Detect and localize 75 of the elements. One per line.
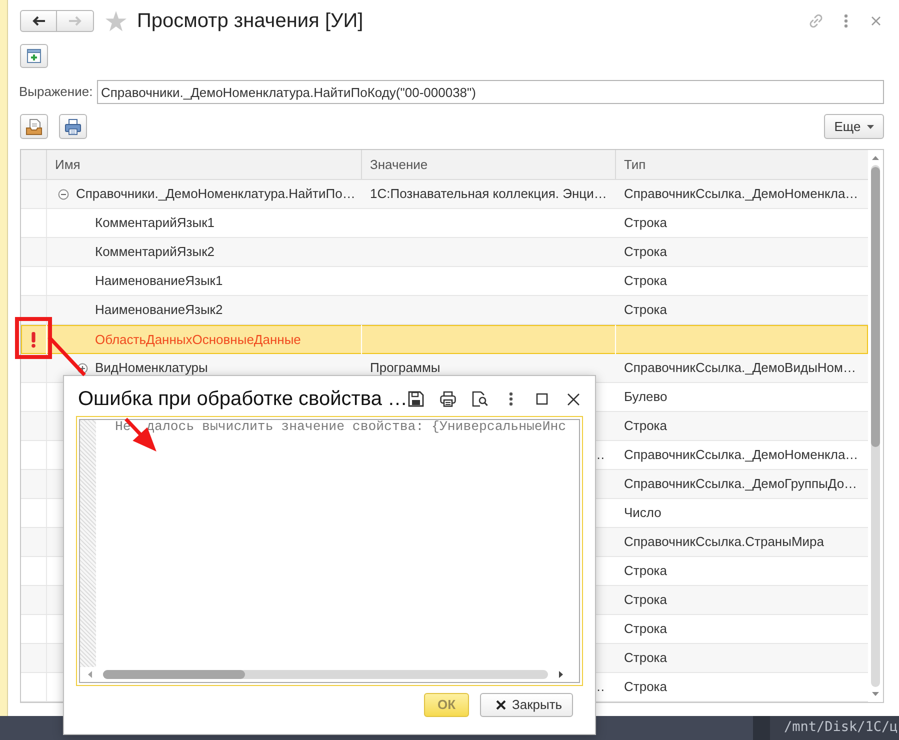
property-name: НаименованиеЯзык1 [95, 274, 223, 288]
property-name: ВидНоменклатуры [95, 361, 208, 375]
property-type: Строка [624, 274, 668, 288]
printer-icon[interactable] [440, 391, 456, 407]
property-type: Строка [624, 419, 668, 433]
taskbar-separator [753, 716, 770, 740]
expression-label: Выражение: [19, 83, 93, 102]
collapse-icon[interactable] [58, 188, 69, 200]
printer-icon [64, 118, 82, 136]
toolbar-button[interactable] [59, 114, 87, 139]
property-name: КомментарийЯзык2 [95, 245, 214, 259]
property-type: СправочникСсылка._ДемоНоменкла… [624, 448, 858, 462]
scrollbar-track[interactable] [871, 165, 880, 687]
property-type: Булево [624, 390, 668, 404]
scroll-down-icon[interactable] [872, 692, 879, 696]
property-type: Строка [624, 564, 668, 578]
scrollbar-thumb[interactable] [103, 670, 245, 678]
more-icon[interactable] [508, 392, 512, 406]
scrollbar-track[interactable] [103, 670, 548, 678]
message-field[interactable]: Не далось вычислить значение свойства: {УниверсальныеИнс [79, 419, 580, 683]
document-tray-icon [25, 118, 43, 136]
column-header[interactable]: Значение [362, 150, 616, 179]
close-icon[interactable] [566, 392, 580, 406]
property-type: Строка [624, 303, 668, 317]
scroll-right-icon[interactable] [559, 670, 563, 678]
highlight-frame [15, 317, 52, 359]
property-type: Строка [624, 593, 668, 607]
message-text: Не [115, 420, 131, 434]
add-button[interactable] [20, 44, 48, 68]
property-name: НаименованиеЯзык2 [95, 303, 223, 317]
scroll-left-icon[interactable] [88, 670, 92, 678]
close-icon [496, 700, 506, 710]
window-plus-icon [26, 48, 42, 64]
property-type: Строка [624, 651, 668, 665]
property-type: Строка [624, 245, 668, 259]
table-row[interactable]: КомментарийЯзык2 Строка [21, 238, 868, 267]
property-type: СправочникСсылка.СтраныМира [624, 535, 824, 549]
property-type: СправочникСсылка._ДемоВидыНом… [624, 361, 856, 375]
property-type: Число [624, 506, 662, 520]
more-button[interactable]: Еще [824, 114, 884, 139]
dialog-title: Ошибка при обработке свойства … [78, 388, 408, 410]
property-type: СправочникСсылка._ДемоНоменкла… [624, 187, 858, 201]
caret-icon [866, 124, 874, 128]
property-type: Строка [624, 622, 668, 636]
toolbar-button[interactable] [20, 114, 48, 139]
property-value: 1С:Познавательная коллекция. Энци… [370, 187, 607, 201]
table-row[interactable]: НаименованиеЯзык1 Строка [21, 267, 868, 296]
table-row[interactable]: НаименованиеЯзык2 Строка [21, 296, 868, 325]
save-icon[interactable] [408, 391, 424, 407]
message-text: далось вычислить значение свойства: {УниверсальныеИнс [146, 420, 566, 434]
terminal-tab[interactable]: /mnt/Disk/1C/ц [770, 716, 899, 740]
back-arrow-icon [32, 16, 46, 26]
expression-field[interactable]: Справочники._ДемоНоменклатура.НайтиПоКоду("00-000038") [97, 80, 884, 104]
forward-arrow-icon [68, 16, 82, 26]
table-row[interactable]: Справочники._ДемоНоменклатура.НайтиПо… 1С:Познавательная коллекция. Энци… СправочникСсылка._ДемоНоменкла… [21, 180, 868, 209]
property-type: СправочникСсылка._ДемоГруппыДо… [624, 477, 858, 491]
scrollbar-thumb[interactable] [871, 167, 880, 447]
back-button[interactable] [20, 10, 57, 32]
maximize-icon[interactable] [536, 393, 548, 405]
preview-icon[interactable] [472, 391, 488, 407]
window-title: Просмотр значения [УИ] [137, 10, 364, 32]
property-type: Строка [624, 216, 668, 230]
column-header[interactable]: Имя [47, 150, 362, 179]
table-row[interactable]: КомментарийЯзык1 Строка [21, 209, 868, 238]
property-name: ОбластьДанныхОсновныеДанные [95, 332, 301, 346]
star-icon[interactable] [105, 10, 127, 32]
property-name: Справочники._ДемоНоменклатура.НайтиПо… [76, 187, 356, 201]
column-header[interactable]: Тип [616, 150, 868, 179]
property-value: Программы [370, 361, 440, 375]
scroll-up-icon[interactable] [872, 156, 879, 160]
terminal-path: /mnt/Disk/1C/ц [784, 721, 898, 735]
property-name: КомментарийЯзык1 [95, 216, 214, 230]
close-button[interactable]: Закрыть [480, 693, 573, 717]
link-icon[interactable] [808, 13, 824, 29]
property-type: Строка [624, 680, 668, 694]
